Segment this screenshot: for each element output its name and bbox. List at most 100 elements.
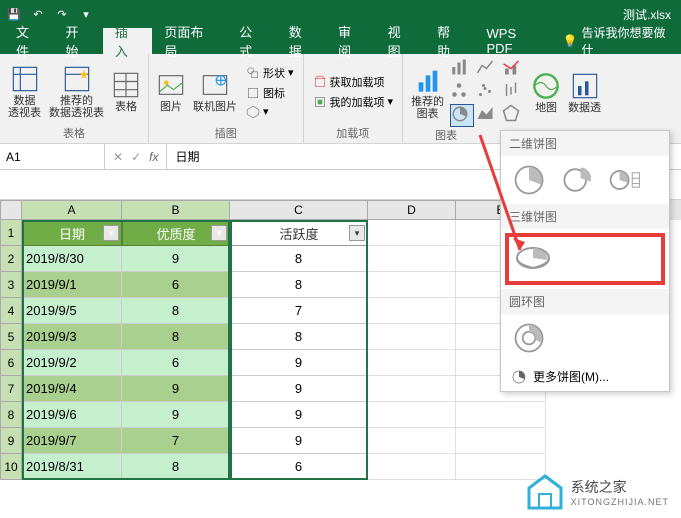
cell-a1[interactable]: 日期▾ — [22, 220, 122, 246]
cell-a2[interactable]: 2019/8/30 — [22, 246, 122, 272]
row-header-2[interactable]: 2 — [0, 246, 22, 272]
tab-insert[interactable]: 插入 — [103, 28, 152, 54]
line-chart-icon[interactable] — [476, 58, 500, 79]
row-header-9[interactable]: 9 — [0, 428, 22, 454]
pivot-chart-button[interactable]: 数据透 — [566, 70, 603, 116]
enter-icon[interactable]: ✓ — [131, 150, 141, 164]
recommended-pivot-button[interactable]: 推荐的 数据透视表 — [47, 63, 106, 121]
cell-e8[interactable] — [456, 402, 546, 428]
radar-chart-icon[interactable] — [502, 104, 526, 127]
filter-icon[interactable]: ▾ — [211, 225, 227, 241]
pie-chart-icon[interactable] — [450, 104, 474, 127]
tab-file[interactable]: 文件 — [4, 28, 53, 54]
pivot-table-button[interactable]: 数据 透视表 — [6, 63, 43, 121]
cell-b2[interactable]: 9 — [122, 246, 230, 272]
cell-a3[interactable]: 2019/9/1 — [22, 272, 122, 298]
cell-a9[interactable]: 2019/9/7 — [22, 428, 122, 454]
icons-button[interactable]: 图标 — [243, 84, 297, 102]
cell-d4[interactable] — [368, 298, 456, 324]
cell-b3[interactable]: 6 — [122, 272, 230, 298]
select-all-corner[interactable] — [0, 200, 22, 220]
online-picture-button[interactable]: 联机图片 — [191, 69, 239, 115]
cell-b4[interactable]: 8 — [122, 298, 230, 324]
row-header-8[interactable]: 8 — [0, 402, 22, 428]
scatter-chart-icon[interactable] — [476, 81, 500, 102]
cell-c2[interactable]: 8 — [230, 246, 368, 272]
filter-icon[interactable]: ▾ — [103, 225, 119, 241]
tab-data[interactable]: 数据 — [277, 28, 326, 54]
col-header-c[interactable]: C — [230, 200, 368, 220]
my-addins-button[interactable]: 我的加载项 ▾ — [310, 93, 397, 111]
cell-b8[interactable]: 9 — [122, 402, 230, 428]
3d-models-button[interactable]: ▾ — [243, 104, 297, 120]
stock-chart-icon[interactable] — [502, 81, 526, 102]
tab-home[interactable]: 开始 — [53, 28, 102, 54]
row-header-6[interactable]: 6 — [0, 350, 22, 376]
redo-icon[interactable]: ↷ — [52, 8, 72, 21]
cell-b9[interactable]: 7 — [122, 428, 230, 454]
cell-c8[interactable]: 9 — [230, 402, 368, 428]
col-header-b[interactable]: B — [122, 200, 230, 220]
row-header-3[interactable]: 3 — [0, 272, 22, 298]
pie-exploded-option[interactable] — [557, 162, 597, 198]
cell-b10[interactable]: 8 — [122, 454, 230, 480]
cell-a6[interactable]: 2019/9/2 — [22, 350, 122, 376]
cell-b1[interactable]: 优质度▾ — [122, 220, 230, 246]
row-header-10[interactable]: 10 — [0, 454, 22, 480]
cell-d8[interactable] — [368, 402, 456, 428]
cell-c1[interactable]: 活跃度▾ — [230, 220, 368, 246]
cell-d7[interactable] — [368, 376, 456, 402]
table-button[interactable]: 表格 — [110, 69, 142, 115]
row-header-7[interactable]: 7 — [0, 376, 22, 402]
name-box[interactable]: A1 — [0, 144, 105, 169]
cell-a7[interactable]: 2019/9/4 — [22, 376, 122, 402]
cancel-icon[interactable]: ✕ — [113, 150, 123, 164]
recommended-charts-button[interactable]: 推荐的 图表 — [409, 64, 446, 122]
save-icon[interactable]: 💾 — [4, 8, 24, 21]
tell-me-search[interactable]: 💡 告诉我你想要做什 — [557, 28, 681, 54]
area-chart-icon[interactable] — [476, 104, 500, 127]
cell-d3[interactable] — [368, 272, 456, 298]
tab-review[interactable]: 审阅 — [326, 28, 375, 54]
tab-help[interactable]: 帮助 — [425, 28, 474, 54]
cell-c7[interactable]: 9 — [230, 376, 368, 402]
cell-b6[interactable]: 6 — [122, 350, 230, 376]
cell-c6[interactable]: 9 — [230, 350, 368, 376]
col-header-a[interactable]: A — [22, 200, 122, 220]
cell-d9[interactable] — [368, 428, 456, 454]
cell-d1[interactable] — [368, 220, 456, 246]
cell-d2[interactable] — [368, 246, 456, 272]
undo-icon[interactable]: ↶ — [28, 8, 48, 21]
shapes-button[interactable]: 形状 ▾ — [243, 64, 297, 82]
cell-c5[interactable]: 8 — [230, 324, 368, 350]
more-pie-charts-button[interactable]: 更多饼图(M)... — [501, 362, 669, 391]
cell-c3[interactable]: 8 — [230, 272, 368, 298]
col-header-d[interactable]: D — [368, 200, 456, 220]
cell-c10[interactable]: 6 — [230, 454, 368, 480]
cell-b5[interactable]: 8 — [122, 324, 230, 350]
cell-d6[interactable] — [368, 350, 456, 376]
qat-dropdown-icon[interactable]: ▾ — [76, 8, 96, 21]
tab-layout[interactable]: 页面布局 — [152, 28, 227, 54]
cell-c9[interactable]: 9 — [230, 428, 368, 454]
combo-chart-icon[interactable] — [502, 58, 526, 79]
cell-d5[interactable] — [368, 324, 456, 350]
donut-option[interactable] — [509, 320, 549, 356]
tab-view[interactable]: 视图 — [376, 28, 425, 54]
filter-icon[interactable]: ▾ — [349, 225, 365, 241]
pie-bar-option[interactable] — [605, 162, 645, 198]
picture-button[interactable]: 图片 — [155, 69, 187, 115]
row-header-1[interactable]: 1 — [0, 220, 22, 246]
fx-icon[interactable]: fx — [149, 150, 158, 164]
cell-a8[interactable]: 2019/9/6 — [22, 402, 122, 428]
cell-e9[interactable] — [456, 428, 546, 454]
map-button[interactable]: 地图 — [530, 70, 562, 116]
cell-b7[interactable]: 9 — [122, 376, 230, 402]
row-header-4[interactable]: 4 — [0, 298, 22, 324]
cell-a4[interactable]: 2019/9/5 — [22, 298, 122, 324]
get-addins-button[interactable]: 获取加载项 — [310, 73, 397, 91]
cell-c4[interactable]: 7 — [230, 298, 368, 324]
row-header-5[interactable]: 5 — [0, 324, 22, 350]
hierarchy-chart-icon[interactable] — [450, 81, 474, 102]
tab-formula[interactable]: 公式 — [227, 28, 276, 54]
